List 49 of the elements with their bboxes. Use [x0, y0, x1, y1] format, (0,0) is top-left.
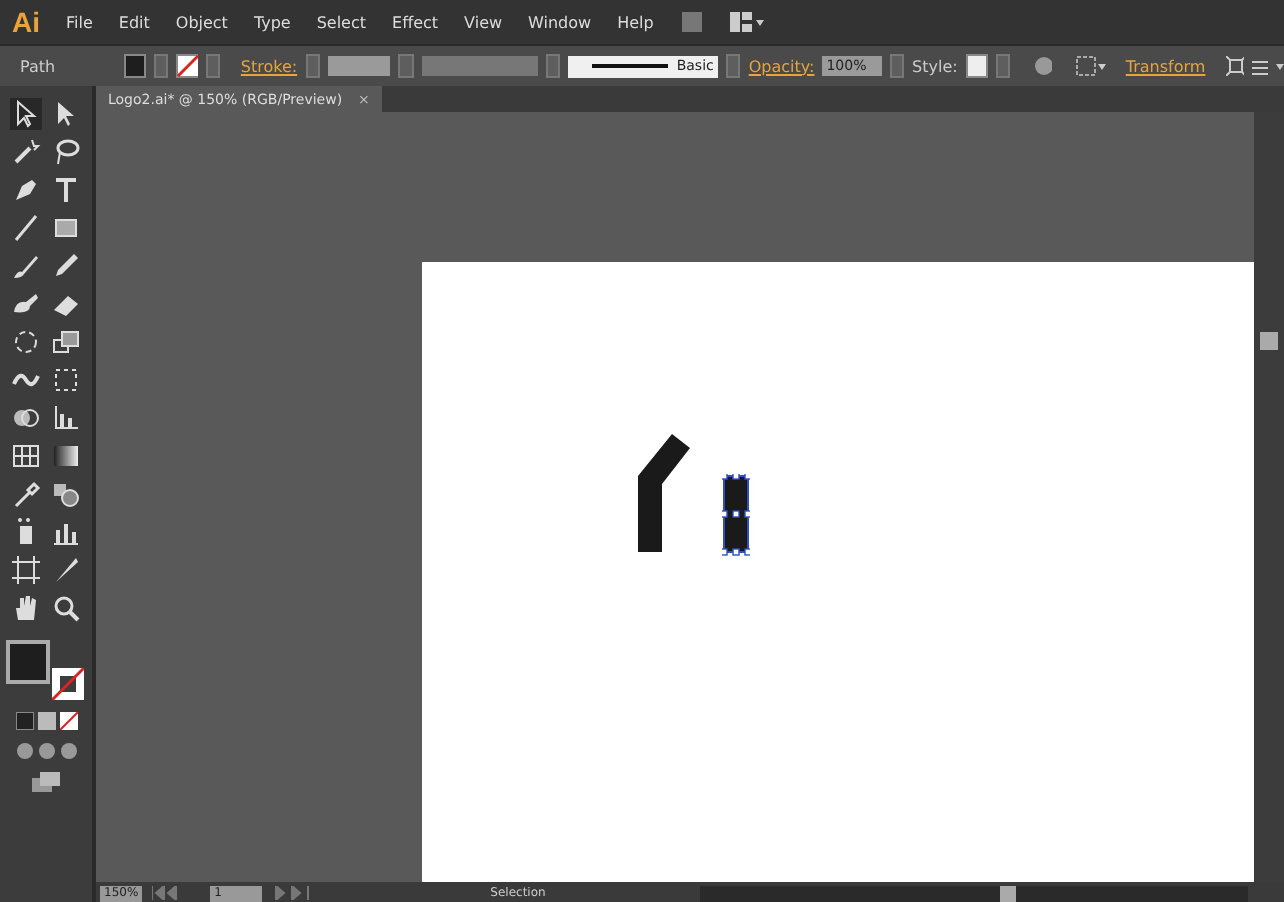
line-icon[interactable] — [10, 212, 42, 244]
gradient-icon[interactable] — [50, 440, 82, 472]
color-mode-icon[interactable] — [15, 712, 33, 730]
wand-icon[interactable] — [10, 136, 42, 168]
app-logo: Ai — [12, 6, 40, 38]
menu-icon[interactable] — [1251, 56, 1284, 76]
pen-icon[interactable] — [10, 174, 42, 206]
artboard-icon[interactable] — [10, 554, 42, 586]
opacity-label[interactable]: Opacity: — [748, 57, 815, 75]
hand-icon[interactable] — [10, 592, 42, 624]
style-swatch[interactable] — [965, 54, 988, 78]
stroke-weight-field[interactable] — [328, 56, 391, 76]
isolate-icon[interactable] — [1225, 56, 1244, 76]
menu-item[interactable]: Edit — [118, 13, 150, 31]
type-icon[interactable] — [50, 174, 82, 206]
menu-item[interactable]: Window — [528, 13, 592, 31]
menu-item[interactable]: Effect — [392, 13, 439, 31]
menu-item[interactable]: Help — [617, 13, 654, 31]
variable-width-field[interactable] — [421, 56, 538, 76]
screen-mode-icon[interactable] — [32, 772, 60, 792]
menu-item[interactable]: File — [66, 13, 93, 31]
transform-link[interactable]: Transform — [1125, 57, 1206, 75]
brush-icon[interactable] — [10, 250, 42, 282]
object-type-label: Path — [20, 57, 56, 75]
style-label: Style: — [912, 57, 958, 75]
no-stroke-swatch[interactable] — [176, 54, 198, 78]
free-transform-icon[interactable] — [50, 364, 82, 396]
knife-icon[interactable] — [50, 554, 82, 586]
menu-item[interactable]: Select — [316, 13, 367, 31]
graph-icon[interactable] — [50, 402, 82, 434]
stroke-label[interactable]: Stroke: — [240, 57, 298, 75]
scale-icon[interactable] — [50, 326, 82, 358]
horizontal-scrollbar[interactable] — [700, 885, 1248, 901]
blend-icon[interactable] — [50, 478, 82, 510]
menu-item[interactable]: Object — [175, 13, 228, 31]
zoom-icon[interactable] — [50, 592, 82, 624]
none-mode-icon[interactable] — [59, 712, 77, 730]
mesh-icon[interactable] — [10, 440, 42, 472]
rotate-icon[interactable] — [10, 326, 42, 358]
gradient-mode-icon[interactable] — [37, 712, 55, 730]
pencil-icon[interactable] — [50, 250, 82, 282]
fill-swatch[interactable] — [123, 54, 146, 78]
menu-item[interactable]: View — [464, 13, 503, 31]
menu-item[interactable]: Type — [253, 13, 291, 31]
align-icon[interactable] — [1076, 56, 1106, 76]
workspace-icon[interactable] — [729, 12, 766, 32]
eyedropper-icon[interactable] — [10, 478, 42, 510]
fill-color-swatch[interactable] — [6, 640, 50, 684]
stroke-color-swatch[interactable] — [52, 668, 84, 700]
